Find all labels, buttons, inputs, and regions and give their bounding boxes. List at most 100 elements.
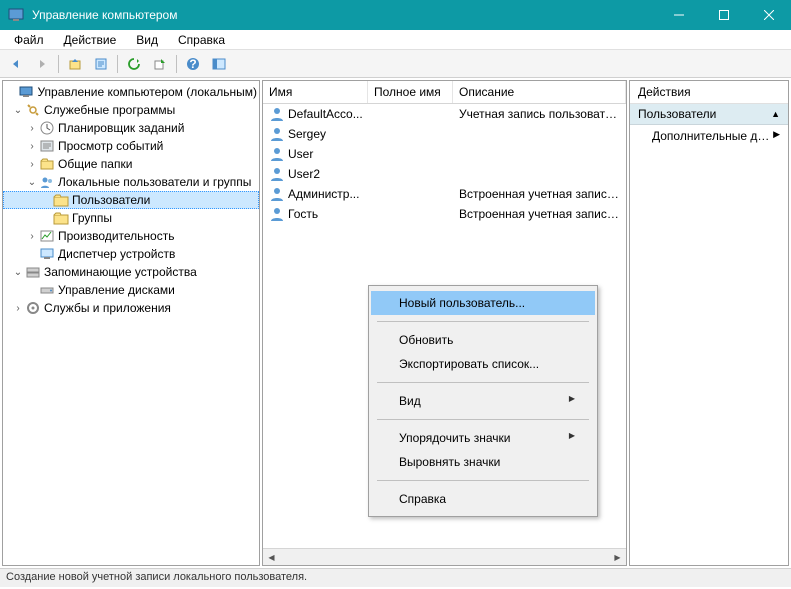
column-fullname[interactable]: Полное имя bbox=[368, 81, 453, 103]
actions-panel: Действия Пользователи ▲ Дополнительные д… bbox=[629, 80, 789, 566]
separator bbox=[117, 55, 118, 73]
ctx-align-icons[interactable]: Выровнять значки bbox=[371, 450, 595, 474]
actions-more[interactable]: Дополнительные дей... ▶ bbox=[630, 125, 788, 147]
ctx-new-user[interactable]: Новый пользователь... bbox=[371, 291, 595, 315]
expander-icon[interactable]: ⌄ bbox=[11, 267, 25, 278]
minimize-button[interactable] bbox=[656, 0, 701, 30]
disk-icon bbox=[39, 282, 55, 298]
user-icon bbox=[269, 106, 285, 122]
forward-button[interactable] bbox=[30, 53, 54, 75]
separator bbox=[377, 419, 589, 420]
actions-header: Действия bbox=[630, 81, 788, 104]
tree-node-users[interactable]: Пользователи bbox=[3, 191, 259, 209]
tools-icon bbox=[25, 102, 41, 118]
actions-category[interactable]: Пользователи ▲ bbox=[630, 104, 788, 125]
help-button[interactable]: ? bbox=[181, 53, 205, 75]
services-icon bbox=[25, 300, 41, 316]
maximize-button[interactable] bbox=[701, 0, 746, 30]
properties-button[interactable] bbox=[89, 53, 113, 75]
ctx-view[interactable]: Вид▶ bbox=[371, 389, 595, 413]
user-icon bbox=[269, 206, 285, 222]
menu-file[interactable]: Файл bbox=[4, 31, 54, 49]
ctx-refresh[interactable]: Обновить bbox=[371, 328, 595, 352]
list-header: Имя Полное имя Описание bbox=[263, 81, 626, 104]
tree-node-local-users-groups[interactable]: ⌄ Локальные пользователи и группы bbox=[3, 173, 259, 191]
separator bbox=[377, 321, 589, 322]
expander-icon[interactable]: › bbox=[25, 141, 39, 152]
tree-node-task-scheduler[interactable]: › Планировщик заданий bbox=[3, 119, 259, 137]
window-title: Управление компьютером bbox=[32, 8, 656, 22]
menubar: Файл Действие Вид Справка bbox=[0, 30, 791, 50]
tree-node-root[interactable]: Управление компьютером (локальным) bbox=[3, 83, 259, 101]
svg-text:?: ? bbox=[189, 57, 196, 71]
window-controls bbox=[656, 0, 791, 30]
separator bbox=[58, 55, 59, 73]
ctx-help[interactable]: Справка bbox=[371, 487, 595, 511]
performance-icon bbox=[39, 228, 55, 244]
event-viewer-icon bbox=[39, 138, 55, 154]
user-icon bbox=[269, 146, 285, 162]
menu-view[interactable]: Вид bbox=[126, 31, 168, 49]
user-icon bbox=[269, 126, 285, 142]
list-item[interactable]: DefaultAcco... Учетная запись пользовате… bbox=[263, 104, 626, 124]
folder-icon bbox=[53, 210, 69, 226]
scroll-left-icon[interactable]: ◀ bbox=[263, 549, 280, 566]
expander-icon[interactable]: ⌄ bbox=[25, 177, 39, 188]
back-button[interactable] bbox=[4, 53, 28, 75]
list-item[interactable]: Администр... Встроенная учетная запись а… bbox=[263, 184, 626, 204]
tree-node-disk-management[interactable]: Управление дисками bbox=[3, 281, 259, 299]
computer-icon bbox=[18, 84, 34, 100]
user-icon bbox=[269, 166, 285, 182]
expander-icon[interactable]: ⌄ bbox=[11, 105, 25, 116]
expander-icon[interactable]: › bbox=[25, 123, 39, 134]
users-groups-icon bbox=[39, 174, 55, 190]
tree-node-device-manager[interactable]: Диспетчер устройств bbox=[3, 245, 259, 263]
collapse-icon: ▲ bbox=[771, 109, 780, 119]
expander-icon[interactable]: › bbox=[25, 231, 39, 242]
app-icon bbox=[8, 7, 24, 23]
context-menu: Новый пользователь... Обновить Экспортир… bbox=[368, 285, 598, 517]
tree-node-services-apps[interactable]: › Службы и приложения bbox=[3, 299, 259, 317]
shared-folder-icon bbox=[39, 156, 55, 172]
menu-help[interactable]: Справка bbox=[168, 31, 235, 49]
ctx-arrange-icons[interactable]: Упорядочить значки▶ bbox=[371, 426, 595, 450]
tree-node-storage[interactable]: ⌄ Запоминающие устройства bbox=[3, 263, 259, 281]
ctx-export[interactable]: Экспортировать список... bbox=[371, 352, 595, 376]
separator bbox=[176, 55, 177, 73]
separator bbox=[377, 382, 589, 383]
clock-icon bbox=[39, 120, 55, 136]
up-button[interactable] bbox=[63, 53, 87, 75]
titlebar: Управление компьютером bbox=[0, 0, 791, 30]
tree-node-system-tools[interactable]: ⌄ Служебные программы bbox=[3, 101, 259, 119]
folder-icon bbox=[53, 192, 69, 208]
tree-node-performance[interactable]: › Производительность bbox=[3, 227, 259, 245]
list-item[interactable]: Sergey bbox=[263, 124, 626, 144]
tree-node-shared-folders[interactable]: › Общие папки bbox=[3, 155, 259, 173]
statusbar: Создание новой учетной записи локального… bbox=[0, 568, 791, 587]
chevron-right-icon: ▶ bbox=[569, 394, 575, 408]
column-name[interactable]: Имя bbox=[263, 81, 368, 103]
tree-node-event-viewer[interactable]: › Просмотр событий bbox=[3, 137, 259, 155]
user-icon bbox=[269, 186, 285, 202]
tree-node-groups[interactable]: Группы bbox=[3, 209, 259, 227]
expander-icon[interactable]: › bbox=[11, 303, 25, 314]
separator bbox=[377, 480, 589, 481]
scroll-right-icon[interactable]: ▶ bbox=[609, 549, 626, 566]
refresh-button[interactable] bbox=[122, 53, 146, 75]
show-hide-button[interactable] bbox=[207, 53, 231, 75]
list-item[interactable]: User2 bbox=[263, 164, 626, 184]
horizontal-scrollbar[interactable]: ◀ ▶ bbox=[263, 548, 626, 565]
chevron-right-icon: ▶ bbox=[569, 431, 575, 445]
close-button[interactable] bbox=[746, 0, 791, 30]
list-item[interactable]: Гость Встроенная учетная запись для ... bbox=[263, 204, 626, 224]
device-manager-icon bbox=[39, 246, 55, 262]
expander-icon[interactable]: › bbox=[25, 159, 39, 170]
toolbar: ? bbox=[0, 50, 791, 78]
column-description[interactable]: Описание bbox=[453, 81, 626, 103]
menu-action[interactable]: Действие bbox=[54, 31, 127, 49]
tree-panel[interactable]: Управление компьютером (локальным) ⌄ Слу… bbox=[2, 80, 260, 566]
storage-icon bbox=[25, 264, 41, 280]
export-button[interactable] bbox=[148, 53, 172, 75]
list-item[interactable]: User bbox=[263, 144, 626, 164]
chevron-right-icon: ▶ bbox=[773, 129, 780, 143]
